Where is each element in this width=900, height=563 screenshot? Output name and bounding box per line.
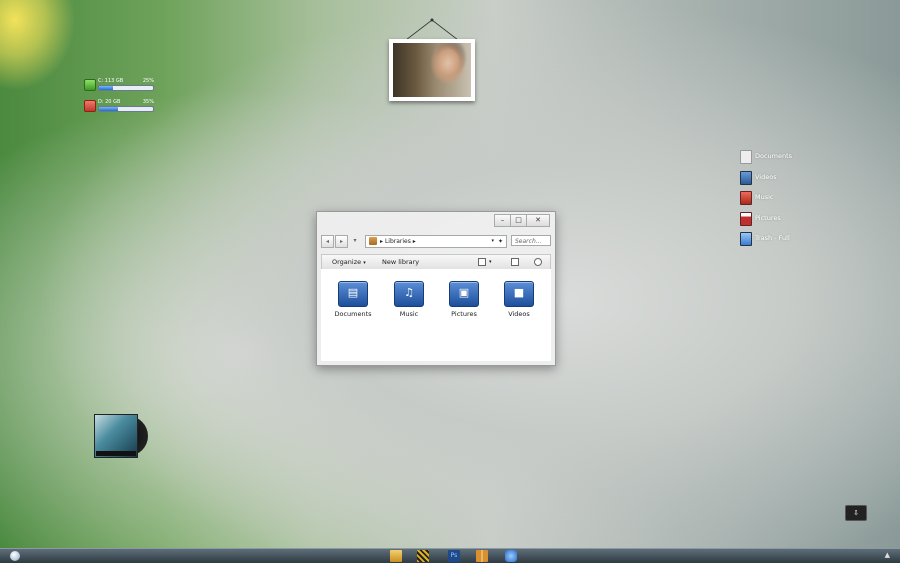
organize-button[interactable]: Organize ▾ — [332, 255, 366, 270]
close-button[interactable]: ✕ — [526, 214, 550, 227]
breadcrumb-separator: ▸ — [380, 238, 384, 245]
trash-icon — [740, 232, 752, 246]
folder-name: Documents — [334, 310, 372, 318]
search-input[interactable]: Search... — [511, 235, 551, 246]
folder-name: Music — [399, 310, 419, 318]
folder-pictures[interactable]: ▣ Pictures — [436, 281, 492, 318]
music-folder-icon: ♫ — [394, 281, 424, 307]
recent-pages-dropdown[interactable]: ▾ — [351, 235, 359, 246]
drive-d[interactable]: D: 20 GB 35% — [84, 99, 154, 114]
chevron-down-icon: ▾ — [363, 260, 366, 266]
folder-name: Videos — [508, 310, 530, 318]
photo-frame-gadget[interactable] — [389, 39, 475, 101]
album-cover — [94, 414, 138, 458]
preview-pane-icon[interactable] — [511, 258, 519, 266]
desktop-item-label: Music — [755, 193, 774, 201]
drive-label: C: 113 GB — [98, 78, 124, 84]
organize-label: Organize — [332, 258, 362, 266]
folder-name: Pictures — [451, 310, 477, 318]
drive-c[interactable]: C: 113 GB 25% — [84, 78, 154, 93]
desktop-item-label: Videos — [755, 172, 777, 181]
file-list: ▤ Documents ♫ Music ▣ Pictures ■ Videos — [321, 269, 551, 361]
desktop-item-label: Documents — [755, 152, 793, 160]
start-button[interactable] — [10, 551, 20, 561]
window-controls: – □ ✕ — [494, 214, 550, 227]
now-playing-gadget[interactable] — [94, 414, 148, 458]
music-icon — [740, 191, 752, 205]
view-dropdown[interactable]: ▾ — [489, 255, 492, 269]
photo-image — [393, 43, 471, 97]
show-hidden-icons-button[interactable]: ▲ — [885, 551, 890, 559]
desktop-item-label: Trash - Full — [755, 234, 790, 242]
refresh-icon[interactable]: ✦ — [498, 236, 503, 247]
breadcrumb[interactable]: ▸ Libraries ▸ — [380, 236, 416, 247]
minimize-button[interactable]: – — [494, 214, 511, 227]
folder-videos[interactable]: ■ Videos — [491, 281, 547, 318]
folder-music[interactable]: ♫ Music — [381, 281, 437, 318]
forward-button[interactable]: ▸ — [335, 235, 348, 248]
navigation-bar: ◂ ▸ ▾ ▸ Libraries ▸ ▾ ✦ Search... — [321, 235, 551, 248]
drive-label: D: 20 GB — [98, 99, 121, 105]
frame-hanger-icon — [405, 18, 459, 40]
taskbar: Ps ▲ — [0, 548, 900, 563]
view-options-icon[interactable] — [478, 258, 486, 266]
videos-icon — [740, 170, 752, 185]
documents-folder-icon: ▤ — [338, 281, 368, 307]
drive-usage-bar — [98, 85, 154, 91]
drive-percent: 25% — [142, 78, 154, 84]
address-dropdown[interactable]: ▾ — [491, 236, 494, 247]
pictures-icon — [740, 211, 752, 226]
breadcrumb-libraries[interactable]: Libraries — [385, 238, 411, 245]
new-library-button[interactable]: New library — [382, 255, 419, 269]
photoshop-icon[interactable]: Ps — [448, 550, 460, 562]
download-icon[interactable]: ⇩ — [845, 505, 867, 521]
command-bar: Organize ▾ New library ▾ — [321, 254, 551, 270]
help-icon[interactable] — [534, 258, 542, 266]
drive-percent: 35% — [142, 99, 154, 105]
media-icon[interactable] — [417, 550, 429, 562]
back-button[interactable]: ◂ — [321, 235, 334, 248]
drive-status-icon — [84, 100, 96, 112]
breadcrumb-arrow[interactable]: ▸ — [413, 238, 416, 245]
libraries-window: – □ ✕ ◂ ▸ ▾ ▸ Libraries ▸ ▾ ✦ Search... … — [316, 211, 556, 366]
library-icon[interactable] — [476, 550, 488, 562]
documents-icon — [740, 150, 752, 164]
drive-usage-bar — [98, 106, 154, 112]
desktop-item-label: Pictures — [755, 213, 781, 222]
address-bar[interactable]: ▸ Libraries ▸ ▾ ✦ — [365, 235, 507, 248]
browser-icon[interactable] — [505, 550, 517, 562]
explorer-icon[interactable] — [390, 550, 402, 562]
pictures-folder-icon: ▣ — [449, 281, 479, 307]
folder-documents[interactable]: ▤ Documents — [325, 281, 381, 318]
maximize-button[interactable]: □ — [510, 214, 527, 227]
videos-folder-icon: ■ — [504, 281, 534, 307]
libraries-icon — [369, 237, 377, 245]
drive-status-icon — [84, 79, 96, 91]
